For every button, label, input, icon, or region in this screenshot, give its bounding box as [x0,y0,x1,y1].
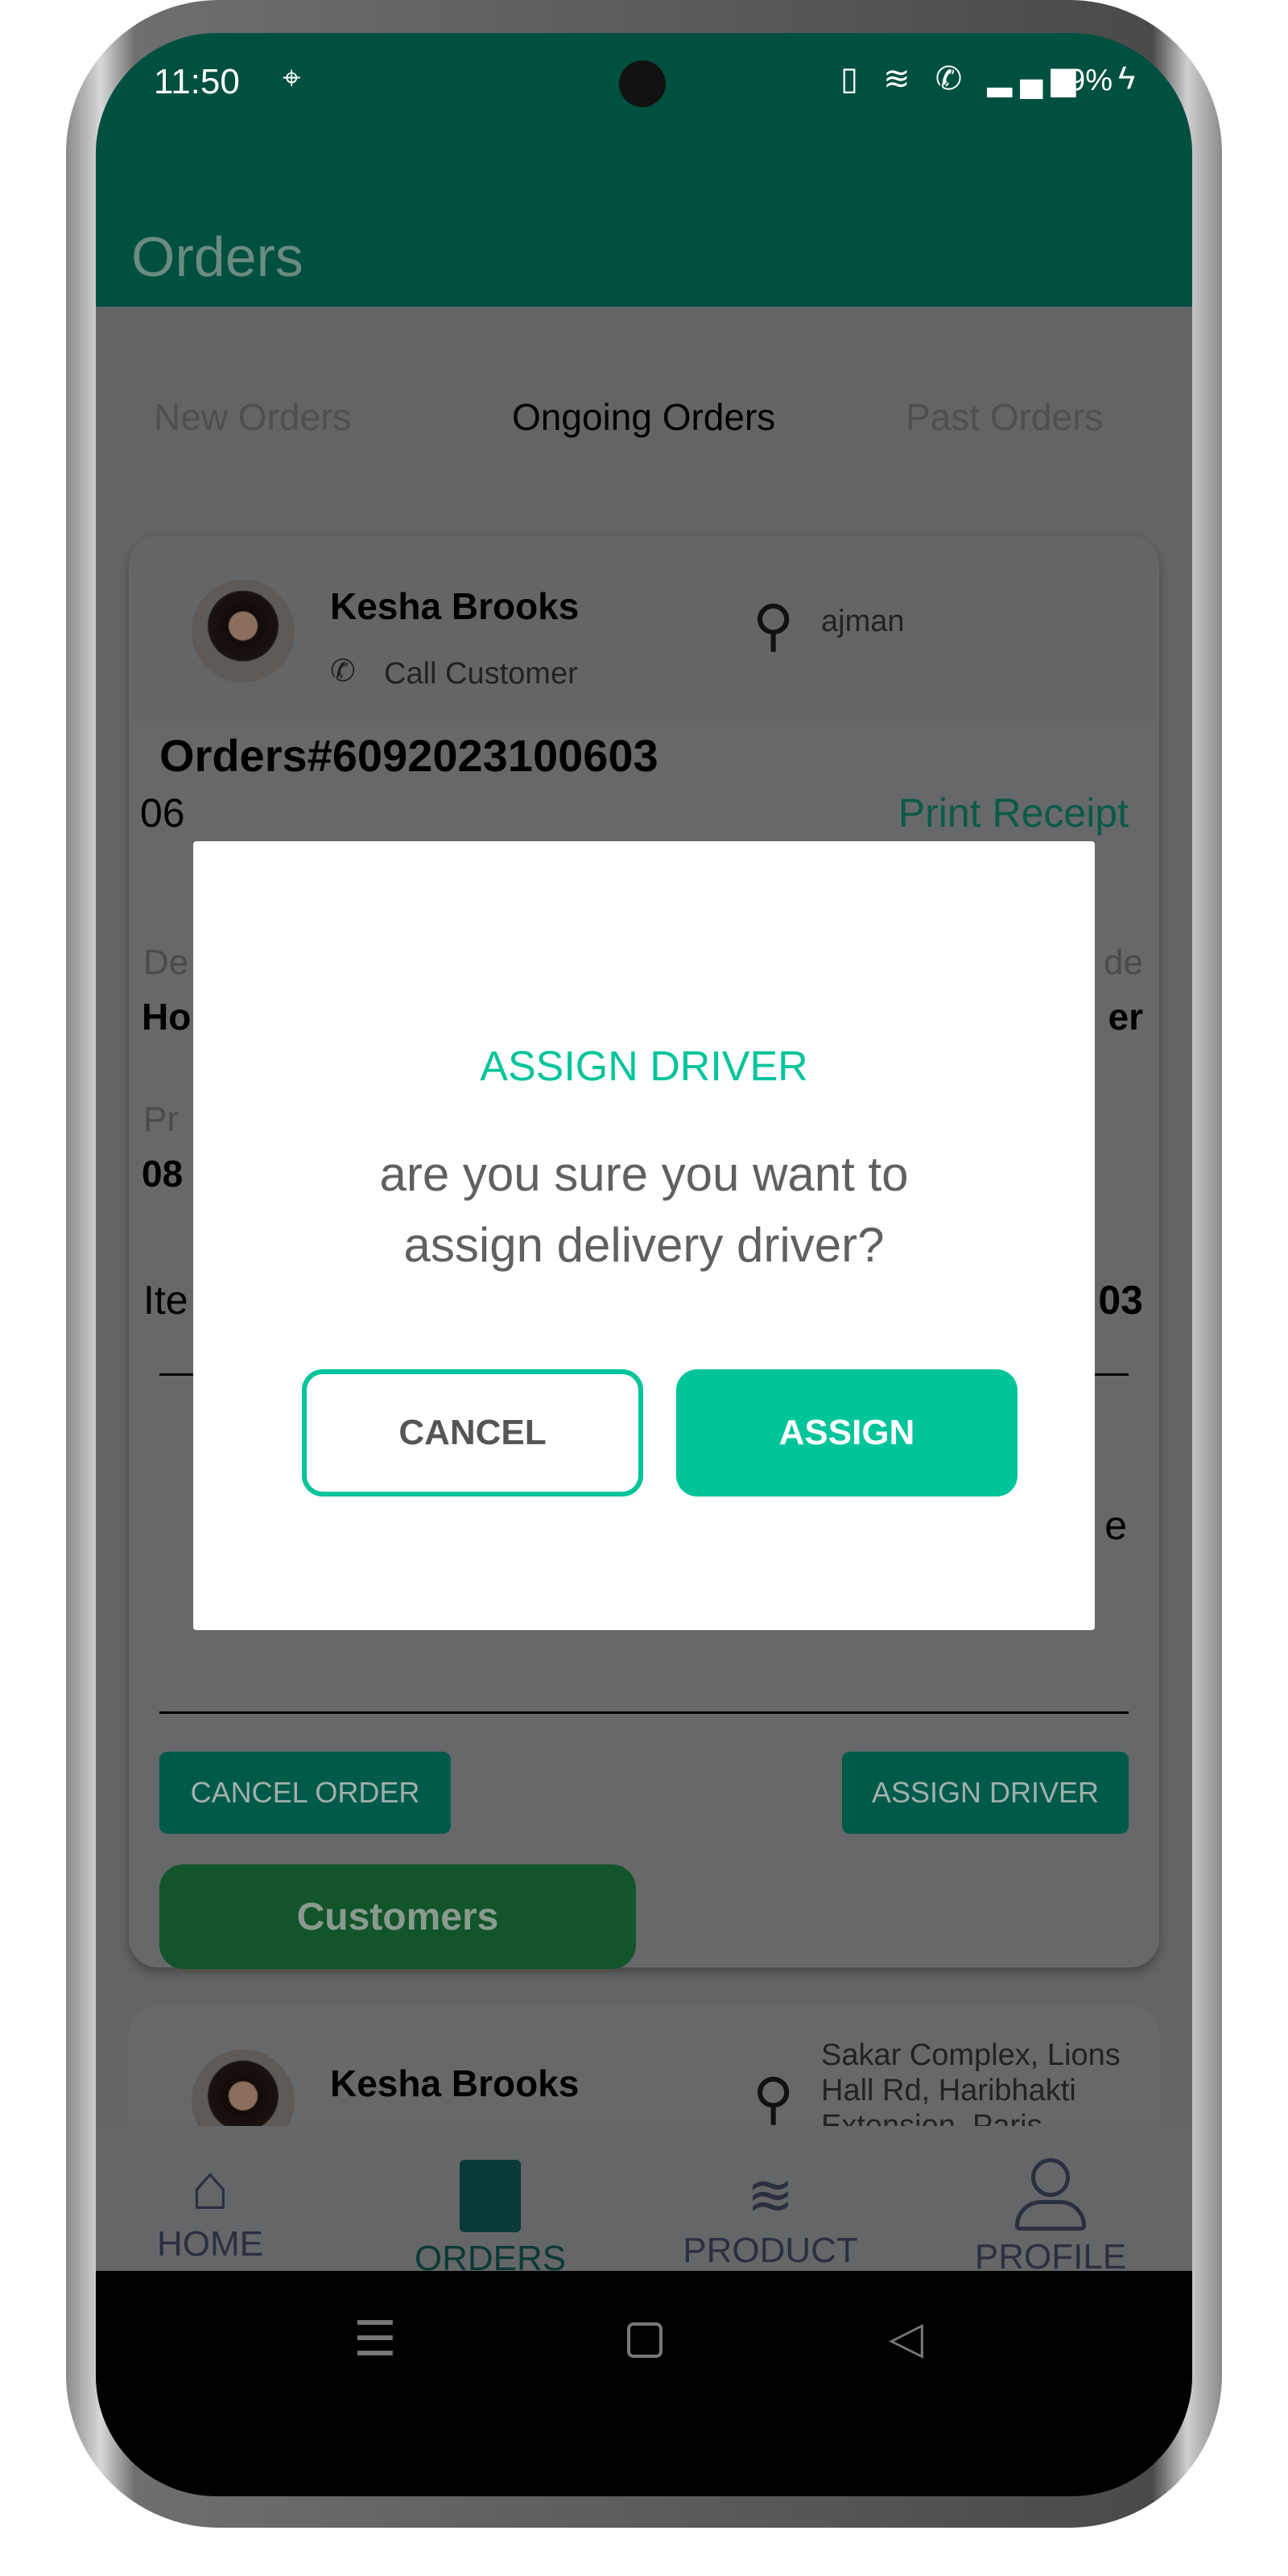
app-header: Orders [96,146,1192,307]
status-bar: 11:50 ⌖ ▯ ≋ ✆ ▂▄▆ 29% ϟ [96,33,1192,146]
customer-name: Kesha Brooks [330,585,580,627]
charging-icon: ϟ [1118,60,1136,96]
nav-orders[interactable]: ORDERS [369,2126,611,2279]
location-pin-icon: ⚲ [753,2067,795,2130]
items-value: 03 [1098,1278,1143,1323]
detail-label: De [143,943,189,982]
tab-new-orders[interactable]: New Orders [154,395,351,439]
home-icon: ⌂ [190,2151,230,2223]
customer-name: Kesha Brooks [330,2062,580,2104]
dialog-message: are you sure you want to assign delivery… [379,1147,909,1272]
camera-cutout [619,60,666,107]
detail-label: Pr [143,1100,179,1139]
dialog-title: ASSIGN DRIVER [480,1043,808,1090]
nav-label: HOME [157,2224,263,2264]
assign-driver-button[interactable]: ASSIGN DRIVER [842,1752,1129,1834]
detail-value: 08 [142,1153,184,1195]
call-customer-link[interactable]: Call Customer [384,657,578,691]
order-date: 06 [140,791,185,836]
status-time: 11:50 [154,62,240,101]
detail-label: de [1104,943,1143,982]
print-receipt-link[interactable]: Print Receipt [898,790,1129,836]
back-icon[interactable]: ◁ [889,2311,923,2364]
status-icons: ▯ ≋ ✆ ▂▄▆ [840,61,1084,97]
layers-icon: ≋ [746,2164,795,2227]
order-number: Orders#6092023100603 [159,730,658,781]
home-button-icon[interactable] [627,2322,663,2358]
nav-label: PRODUCT [683,2231,858,2270]
dialog-assign-button[interactable]: ASSIGN [676,1369,1018,1496]
screen: 11:50 ⌖ ▯ ≋ ✆ ▂▄▆ 29% ϟ Orders New Order… [96,33,1192,2496]
detail-value: er [1108,996,1143,1038]
assign-driver-dialog: ASSIGN DRIVER are you sure you want to a… [193,841,1095,1630]
recents-icon[interactable]: ☰ [353,2311,397,2368]
document-icon [460,2160,521,2232]
user-icon [1015,2158,1086,2231]
location-pin-icon: ⚲ [753,594,795,657]
tab-ongoing-orders[interactable]: Ongoing Orders [512,395,775,439]
nav-product[interactable]: ≋ PRODUCT [650,2126,891,2271]
customer-location: ajman [821,605,905,638]
location-icon: ⌖ [283,60,301,96]
order-tabs: New Orders Ongoing Orders Past Orders [96,307,1192,438]
system-nav-bar: ☰ ◁ [96,2271,1192,2496]
divider [159,1711,1129,1714]
customers-button[interactable]: Customers [159,1864,636,1969]
page-title: Orders [131,225,303,288]
detail-value: Ho [142,996,192,1038]
nav-profile[interactable]: PROFILE [930,2126,1171,2277]
phone-icon: ✆ [330,654,356,688]
avatar [192,580,295,683]
dialog-cancel-button[interactable]: CANCEL [302,1369,643,1496]
cancel-order-button[interactable]: CANCEL ORDER [159,1752,451,1834]
battery-level: 29% [1051,64,1113,97]
items-label: Ite [143,1278,188,1323]
bottom-nav: ⌂ HOME ORDERS ≋ PRODUCT PROFILE [96,2126,1192,2278]
tab-past-orders[interactable]: Past Orders [906,395,1103,439]
nav-home[interactable]: ⌂ HOME [96,2126,331,2264]
item-fragment: e [1104,1503,1127,1548]
